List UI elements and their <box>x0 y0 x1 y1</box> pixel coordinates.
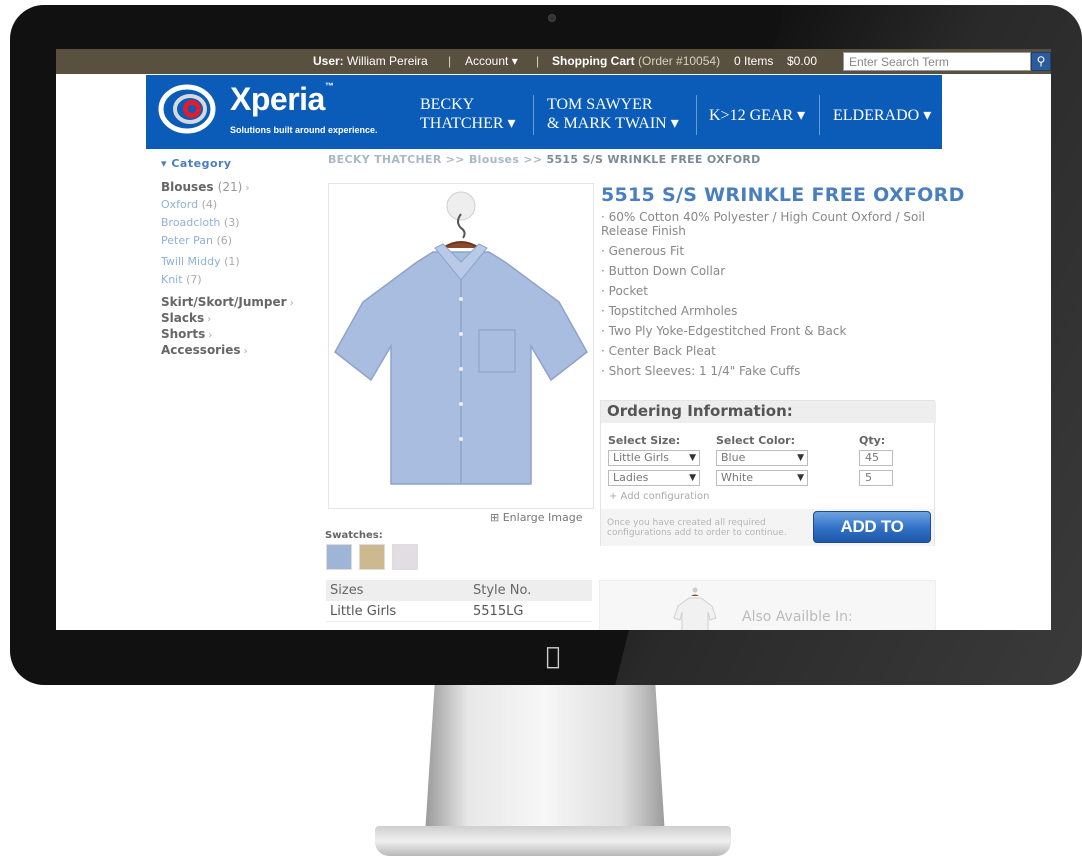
chevron-right-icon: › <box>242 183 250 194</box>
feature-item: · Button Down Collar <box>601 264 726 278</box>
account-label: Account <box>465 54 509 68</box>
table-header: Sizes Style No. <box>326 580 592 601</box>
nav-becky-thatcher[interactable]: BECKY THATCHER ▾ <box>420 95 516 133</box>
search-icon: ⚲ <box>1036 54 1046 68</box>
nav-k12-gear[interactable]: K>12 GEAR ▾ <box>709 106 805 125</box>
swatch-blue[interactable] <box>326 544 352 570</box>
site-header: Xperia™ Solutions built around experienc… <box>146 75 942 149</box>
add-to-order-button[interactable]: ADD TO ORDER <box>813 511 931 566</box>
feature-item: · Center Back Pleat <box>601 344 716 358</box>
search-button[interactable]: ⚲ <box>1031 52 1051 71</box>
nav-divider <box>819 95 820 135</box>
swatch-white[interactable] <box>392 544 418 570</box>
category-sidebar: ▾ Category Blouses (21) › Oxford (4) Bro… <box>161 157 311 359</box>
category-accessories[interactable]: Accessories › <box>161 343 311 359</box>
nav-divider <box>533 95 534 135</box>
brand-tagline: Solutions built around experience. <box>230 125 378 135</box>
chevron-down-icon: ▼ <box>797 453 804 463</box>
swatch-khaki[interactable] <box>359 544 385 570</box>
shopping-cart-link[interactable]: Shopping Cart (Order #10054) <box>552 54 720 68</box>
category-skirt-skort-jumper[interactable]: Skirt/Skort/Jumper › <box>161 295 311 311</box>
enlarge-image-link[interactable]: ⊞ Enlarge Image <box>490 511 582 524</box>
breadcrumb-blouses[interactable]: Blouses <box>469 153 519 166</box>
xperia-logo-icon[interactable] <box>158 83 216 135</box>
subcategory-knit[interactable]: Knit (7) <box>161 271 311 289</box>
order-note: Once you have created all required confi… <box>607 518 787 538</box>
shirt-image <box>334 191 588 485</box>
cart-total: $0.00 <box>787 54 818 68</box>
qty-label: Qty: <box>859 434 886 447</box>
feature-item: · Short Sleeves: 1 1/4" Fake Cuffs <box>601 364 801 378</box>
feature-item: · Generous Fit <box>601 244 685 258</box>
account-menu[interactable]: Account ▾ <box>465 54 518 68</box>
category-slacks[interactable]: Slacks › <box>161 311 311 327</box>
camera-icon <box>548 14 556 22</box>
separator: | <box>536 54 540 68</box>
top-bar: User: William Pereira | Account ▾ | Shop… <box>56 49 1051 74</box>
cart-label: Shopping Cart <box>552 54 635 68</box>
feature-item: · Two Ply Yoke-Edgestitched Front & Back <box>601 324 847 338</box>
subcategory-twill-middy[interactable]: Twill Middy (1) <box>161 253 311 271</box>
cart-items-count: 0 Items <box>734 54 774 68</box>
product-image[interactable] <box>328 183 594 509</box>
chevron-down-icon: ▼ <box>689 453 696 463</box>
nav-tom-sawyer-mark-twain[interactable]: TOM SAWYER & MARK TWAIN ▾ <box>547 95 679 133</box>
feature-item: · Topstitched Armholes <box>601 304 738 318</box>
sizes-table: Sizes Style No. Little Girls 5515LG <box>326 580 592 622</box>
chevron-down-icon: ▾ <box>511 54 518 68</box>
apple-logo-icon:  <box>542 643 564 669</box>
swatches-label: Swatches: <box>325 530 383 541</box>
feature-list: · 60% Cotton 40% Polyester / High Count … <box>601 210 936 384</box>
subcategory-peter-pan[interactable]: Peter Pan (6) <box>161 232 311 250</box>
shirt-thumbnail-icon[interactable] <box>670 586 720 630</box>
subcategory-broadcloth[interactable]: Broadcloth (3) <box>161 214 311 232</box>
order-number: (Order #10054) <box>638 54 721 68</box>
user-name[interactable]: William Pereira <box>347 54 428 68</box>
product-title: 5515 S/S WRINKLE FREE OXFORD <box>601 184 965 206</box>
feature-item: · 60% Cotton 40% Polyester / High Count … <box>601 210 926 238</box>
color-select[interactable]: White ▼ <box>716 470 808 486</box>
category-blouses[interactable]: Blouses (21) › <box>161 180 311 194</box>
chevron-right-icon: › <box>286 298 294 309</box>
ordering-heading: Ordering Information: <box>601 401 936 423</box>
chevron-right-icon: › <box>205 330 213 341</box>
size-select[interactable]: Ladies ▼ <box>608 470 700 486</box>
qty-input[interactable]: 45 <box>859 450 893 466</box>
user-info: User: William Pereira <box>313 54 428 68</box>
website-screen: User: William Pereira | Account ▾ | Shop… <box>56 49 1051 630</box>
monitor-base <box>375 826 731 856</box>
nav-divider <box>696 95 697 135</box>
brand-name[interactable]: Xperia™ <box>230 81 334 118</box>
chevron-down-icon: ▼ <box>689 473 696 483</box>
nav-elderado[interactable]: ELDERADO ▾ <box>833 106 931 125</box>
add-configuration-link[interactable]: + Add configuration <box>609 491 709 502</box>
also-available-panel: Also Availble In: <box>599 580 936 630</box>
qty-input[interactable]: 5 <box>859 470 893 486</box>
search-input[interactable]: Enter Search Term <box>843 52 1031 71</box>
monitor-stand <box>425 685 665 835</box>
select-size-label: Select Size: <box>608 434 681 447</box>
category-shorts[interactable]: Shorts › <box>161 327 311 343</box>
color-select[interactable]: Blue ▼ <box>716 450 808 466</box>
also-available-label: Also Availble In: <box>742 609 853 625</box>
size-select[interactable]: Little Girls ▼ <box>608 450 700 466</box>
breadcrumb: BECKY THATCHER >> Blouses >> 5515 S/S WR… <box>328 153 761 166</box>
table-row: Little Girls 5515LG <box>326 601 592 622</box>
breadcrumb-current: 5515 S/S WRINKLE FREE OXFORD <box>546 153 761 166</box>
user-label: User: <box>313 54 344 68</box>
breadcrumb-becky-thatcher[interactable]: BECKY THATCHER <box>328 153 442 166</box>
subcategory-oxford[interactable]: Oxford (4) <box>161 196 311 214</box>
category-heading[interactable]: ▾ Category <box>161 157 311 170</box>
chevron-right-icon: › <box>240 346 248 357</box>
feature-item: · Pocket <box>601 284 648 298</box>
ordering-panel: Ordering Information: Select Size: Selec… <box>600 400 936 566</box>
chevron-right-icon: › <box>204 314 212 325</box>
separator: | <box>448 54 452 68</box>
chevron-down-icon: ▼ <box>797 473 804 483</box>
select-color-label: Select Color: <box>716 434 796 447</box>
